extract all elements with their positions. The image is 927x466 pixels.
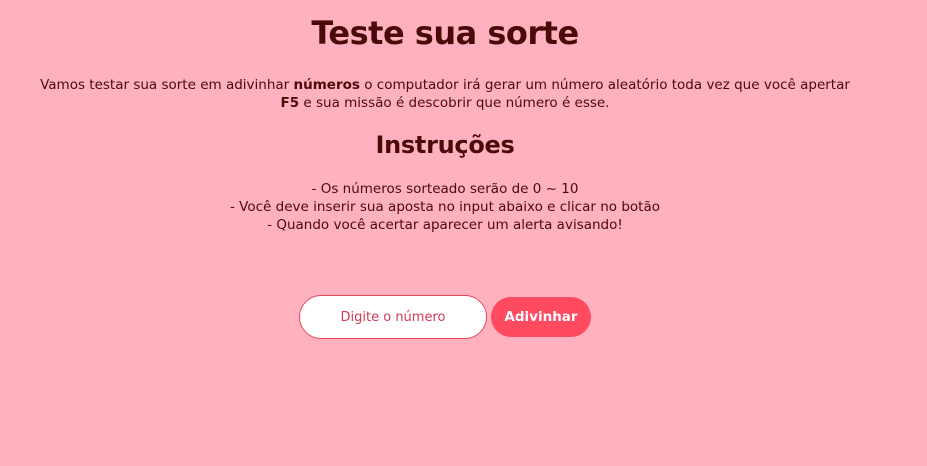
intro-text-part-2: o computador irá gerar um número aleatór…: [359, 77, 850, 93]
page-title: Teste sua sorte: [311, 14, 579, 52]
instruction-item: - Quando você acertar aparecer um alerta…: [267, 217, 623, 233]
intro-highlight-f5: F5: [280, 95, 300, 111]
instruction-item: - Os números sorteado serão de 0 ~ 10: [311, 181, 579, 197]
guess-button[interactable]: Adivinhar: [491, 297, 591, 337]
page: Teste sua sorte Vamos testar sua sorte e…: [0, 0, 927, 466]
number-input[interactable]: [299, 295, 487, 339]
intro-highlight-numbers: números: [293, 77, 360, 93]
instructions-heading: Instruções: [375, 131, 515, 159]
intro-text-part-1: Vamos testar sua sorte em adivinhar: [40, 77, 294, 93]
instructions-list: - Os números sorteado serão de 0 ~ 10 - …: [0, 180, 890, 234]
guess-form: Adivinhar: [299, 295, 599, 339]
instruction-item: - Você deve inserir sua aposta no input …: [230, 199, 660, 215]
intro-text: Vamos testar sua sorte em adivinhar núme…: [20, 76, 870, 112]
intro-text-part-3: e sua missão é descobrir que número é es…: [299, 95, 610, 111]
